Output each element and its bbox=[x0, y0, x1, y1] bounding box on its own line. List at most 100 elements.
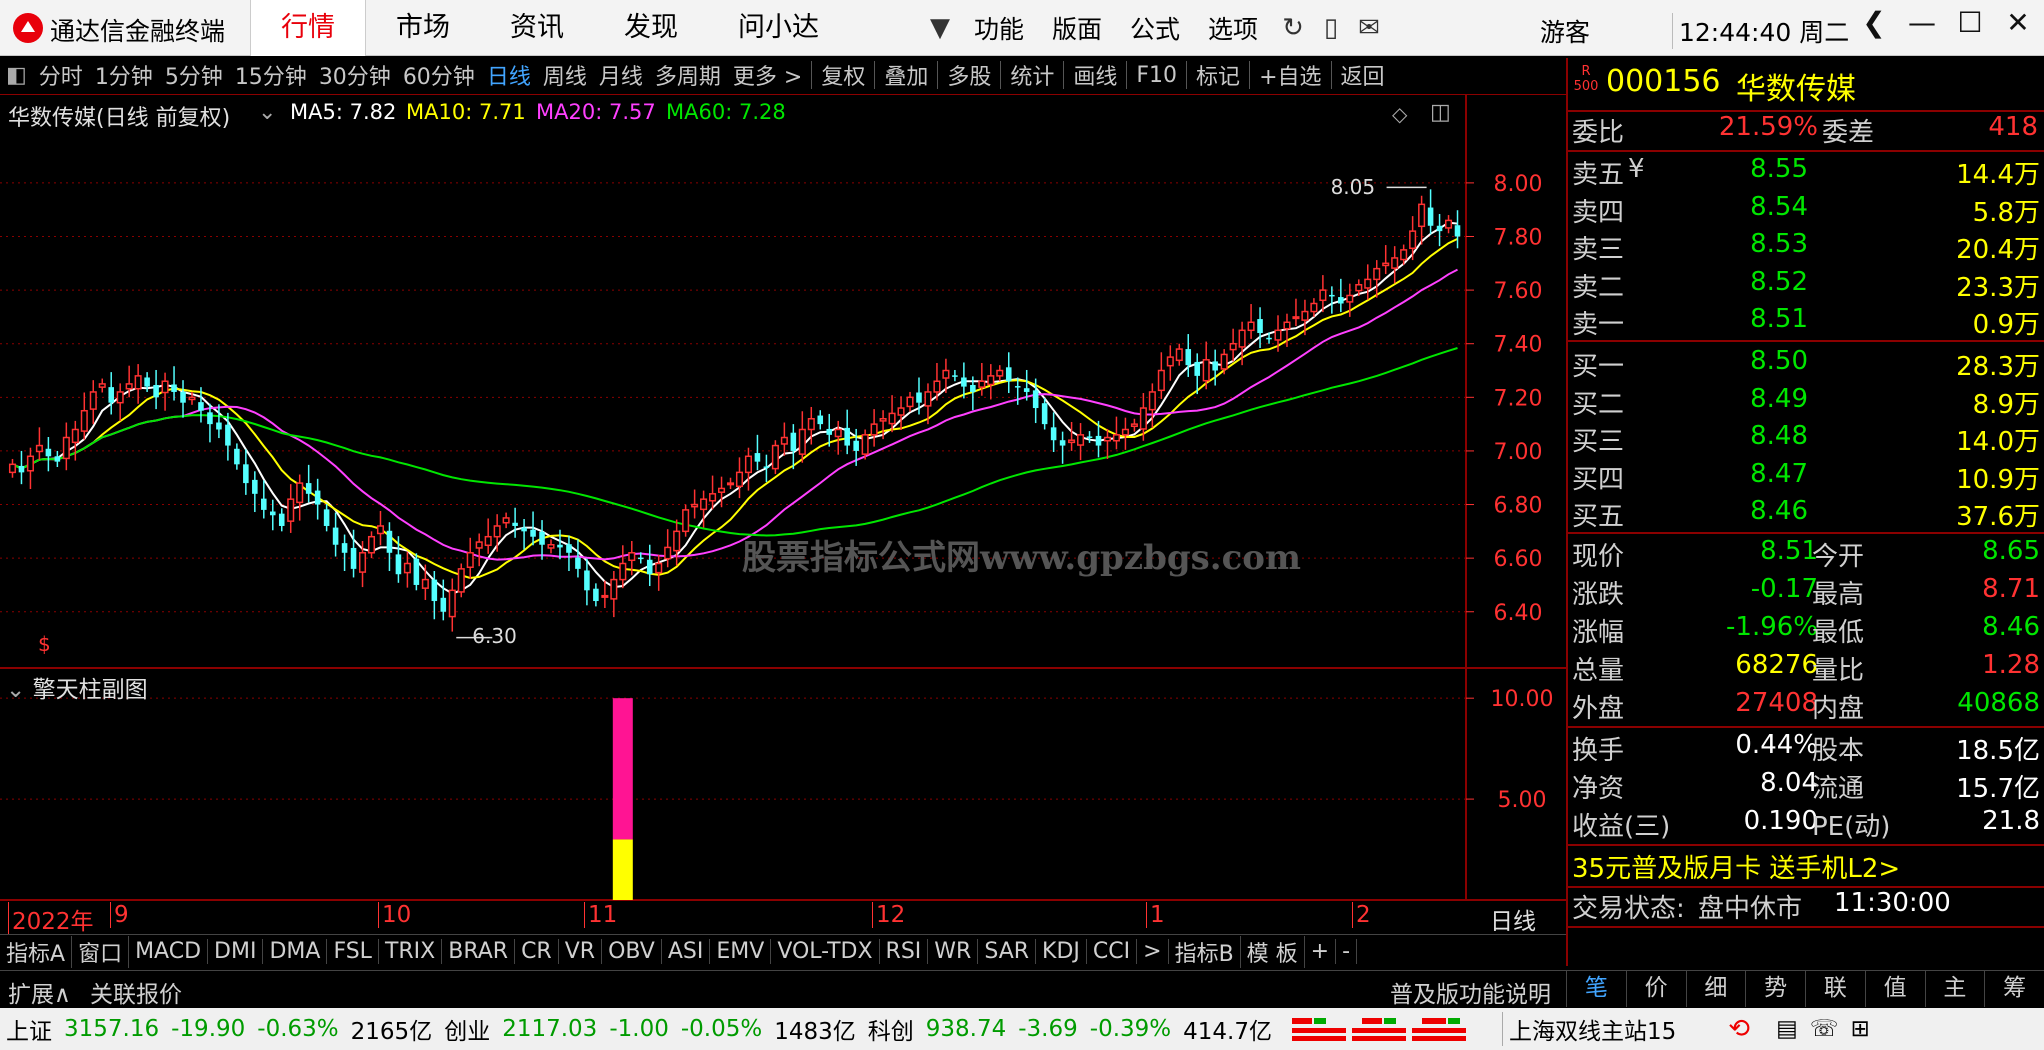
chevron-down-icon[interactable]: ⌄ bbox=[258, 100, 276, 125]
candle[interactable] bbox=[45, 436, 52, 472]
action-draw[interactable]: 画线 bbox=[1067, 59, 1123, 91]
candle[interactable] bbox=[1050, 412, 1057, 452]
candle[interactable] bbox=[314, 478, 321, 520]
indicator-tab[interactable]: VOL-TDX bbox=[771, 939, 880, 964]
candle[interactable] bbox=[252, 471, 258, 513]
guest-user[interactable]: 游客 bbox=[1540, 13, 1590, 49]
candle[interactable] bbox=[98, 378, 106, 393]
tool-layout[interactable]: 版面 bbox=[1038, 10, 1116, 46]
candle[interactable] bbox=[1436, 213, 1443, 247]
candle[interactable] bbox=[1445, 215, 1453, 234]
candle[interactable] bbox=[180, 380, 186, 418]
indicator-tab[interactable]: + bbox=[1305, 939, 1337, 964]
candle[interactable] bbox=[521, 519, 527, 550]
candle[interactable] bbox=[834, 420, 842, 455]
menu-news[interactable]: 资讯 bbox=[480, 0, 594, 56]
candle[interactable] bbox=[1166, 345, 1174, 381]
candle[interactable] bbox=[448, 578, 456, 632]
candle[interactable] bbox=[897, 396, 905, 431]
indicator-tab[interactable]: ASI bbox=[662, 939, 711, 964]
indicator-tab[interactable]: FSL bbox=[327, 939, 379, 964]
indicator-tab[interactable]: WR bbox=[928, 939, 979, 964]
candle[interactable] bbox=[601, 580, 609, 608]
candle[interactable] bbox=[413, 553, 420, 591]
indicator-tab[interactable]: 模 板 bbox=[1241, 935, 1305, 968]
action-mark[interactable]: 标记 bbox=[1190, 59, 1246, 91]
candle[interactable] bbox=[502, 512, 510, 529]
candle[interactable] bbox=[341, 534, 348, 572]
chevron-down-icon[interactable]: ▼ bbox=[920, 13, 960, 43]
indicator-tab[interactable]: 指标B bbox=[1169, 935, 1241, 968]
candle[interactable] bbox=[1068, 421, 1076, 451]
tool-options[interactable]: 选项 bbox=[1194, 10, 1272, 46]
candle[interactable] bbox=[466, 537, 474, 580]
detail-tab[interactable]: 联 bbox=[1805, 971, 1865, 1007]
candle[interactable] bbox=[26, 447, 34, 489]
phone-icon[interactable]: ▯ bbox=[1314, 13, 1348, 43]
ask-row[interactable]: 卖三 8.53 20.4万 bbox=[1568, 229, 2044, 267]
close-icon[interactable]: ✕ bbox=[1994, 6, 2042, 39]
detail-tab[interactable]: 势 bbox=[1745, 971, 1805, 1007]
detail-tab[interactable]: 笔 bbox=[1566, 971, 1626, 1007]
minimize-icon[interactable]: — bbox=[1898, 6, 1946, 39]
menu-discover[interactable]: 发现 bbox=[594, 0, 708, 56]
promo-row[interactable]: 35元普及版月卡 送手机L2> bbox=[1568, 848, 2044, 886]
panel-toggle-icon[interactable]: ◧ bbox=[0, 63, 33, 88]
detail-tab[interactable]: 价 bbox=[1625, 971, 1686, 1007]
promo-link[interactable]: 35元普及版月卡 送手机L2> bbox=[1572, 848, 1900, 885]
candle[interactable] bbox=[296, 474, 304, 521]
indicator-tab[interactable]: OBV bbox=[602, 939, 662, 964]
indicator-tab[interactable]: DMI bbox=[208, 939, 264, 964]
action-statistics[interactable]: 统计 bbox=[1004, 59, 1060, 91]
candle[interactable] bbox=[1247, 304, 1255, 339]
candle[interactable] bbox=[1103, 428, 1112, 459]
candle[interactable] bbox=[153, 369, 159, 410]
candle[interactable] bbox=[682, 504, 690, 537]
candle[interactable] bbox=[1364, 264, 1372, 300]
candle[interactable] bbox=[566, 535, 572, 572]
indicator-tab[interactable]: - bbox=[1336, 939, 1358, 964]
period-more[interactable]: 更多 > bbox=[727, 59, 808, 91]
candle[interactable] bbox=[1185, 334, 1192, 377]
candle[interactable] bbox=[35, 427, 43, 461]
kline-chart[interactable]: 8.00 7.80 7.60 7.40 7.20 7.00 6.80 6.60 6.40 10.… bbox=[0, 94, 1566, 934]
period-weekly[interactable]: 周线 bbox=[537, 59, 593, 91]
indicator-tab[interactable]: RSI bbox=[880, 939, 929, 964]
tool-formula[interactable]: 公式 bbox=[1116, 10, 1194, 46]
candle[interactable] bbox=[1338, 278, 1344, 313]
candle[interactable] bbox=[655, 554, 663, 591]
candle[interactable] bbox=[1086, 431, 1093, 443]
candle[interactable] bbox=[116, 383, 124, 421]
related-quotes-button[interactable]: 关联报价 bbox=[90, 975, 182, 1009]
candle[interactable] bbox=[376, 510, 385, 546]
candle[interactable] bbox=[673, 519, 681, 566]
candle[interactable] bbox=[771, 440, 779, 474]
action-back[interactable]: 返回 bbox=[1335, 59, 1391, 91]
candle[interactable] bbox=[718, 476, 726, 508]
candle[interactable] bbox=[844, 409, 850, 455]
candle[interactable] bbox=[493, 514, 501, 552]
candle[interactable] bbox=[305, 464, 312, 503]
detail-tab[interactable]: 细 bbox=[1685, 971, 1746, 1007]
indicator-tab[interactable]: CCI bbox=[1087, 939, 1138, 964]
candle[interactable] bbox=[646, 544, 653, 587]
detail-tab[interactable]: 值 bbox=[1864, 971, 1925, 1007]
indicator-tab[interactable]: TRIX bbox=[379, 939, 443, 964]
candle[interactable] bbox=[134, 364, 142, 404]
layout-icon[interactable]: ▤ bbox=[1770, 1016, 1804, 1042]
indicator-tab[interactable]: MACD bbox=[129, 939, 209, 964]
candle[interactable] bbox=[287, 484, 295, 533]
candle[interactable] bbox=[1059, 431, 1066, 464]
period-intraday[interactable]: 分时 bbox=[33, 59, 89, 91]
action-restore-rights[interactable]: 复权 bbox=[815, 59, 871, 91]
candle[interactable] bbox=[584, 558, 590, 606]
period-1min[interactable]: 1分钟 bbox=[89, 59, 159, 91]
candle[interactable] bbox=[323, 504, 330, 532]
indicator-tab[interactable]: 指标A bbox=[0, 935, 73, 968]
candle[interactable] bbox=[1292, 298, 1300, 327]
candle[interactable] bbox=[547, 539, 555, 554]
ask-row[interactable]: 卖四 8.54 5.8万 bbox=[1568, 192, 2044, 230]
candle[interactable] bbox=[987, 364, 995, 400]
bid-row[interactable]: 买五 8.46 37.6万 bbox=[1568, 496, 2044, 534]
candle[interactable] bbox=[1391, 246, 1399, 284]
